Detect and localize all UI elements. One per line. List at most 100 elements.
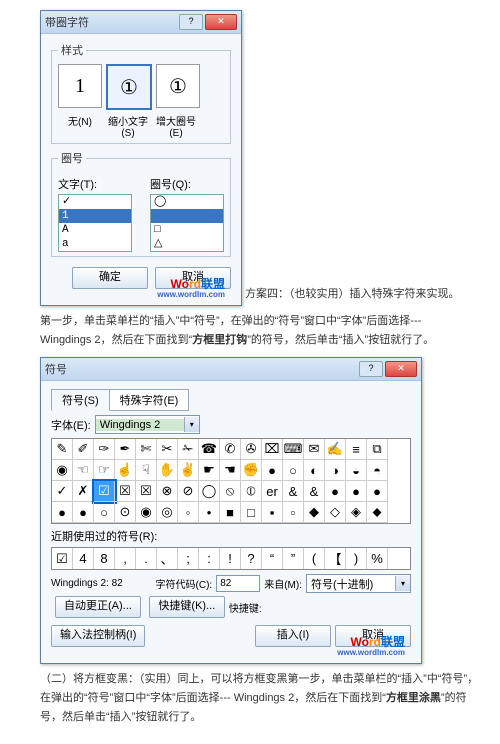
symbol-cell[interactable]: ◦ [178,502,199,523]
recent-grid[interactable]: ☑48,.、;:!?“”(【)% [51,547,411,570]
symbol-cell[interactable]: ✁ [178,439,199,460]
symbol-cell[interactable]: ● [346,481,367,502]
symbol-cell[interactable]: ⊗ [157,481,178,502]
symbol-cell[interactable]: ☑ [94,481,115,502]
symbol-cell[interactable]: ✒ [115,439,136,460]
symbol-cell[interactable]: ● [325,481,346,502]
symbol-cell[interactable]: ● [262,460,283,481]
symbol-cell[interactable]: ✗ [73,481,94,502]
shortcut-button[interactable]: 快捷键(K)... [149,596,225,618]
close-button[interactable]: ✕ [385,361,417,377]
symbol-cell[interactable]: ◒ [346,460,367,481]
symbol-cell[interactable]: ⬥ [367,502,388,523]
recent-cell[interactable]: . [136,548,157,569]
symbol-cell[interactable]: ✋ [157,460,178,481]
symbol-cell[interactable]: ● [73,502,94,523]
symbol-cell[interactable]: ◉ [52,460,73,481]
tab-special[interactable]: 特殊字符(E) [109,389,190,411]
symbol-cell[interactable]: ☞ [94,460,115,481]
chevron-down-icon[interactable]: ▾ [395,576,410,591]
symbol-cell[interactable]: ○ [94,502,115,523]
symbol-cell[interactable]: ◓ [367,460,388,481]
symbol-cell[interactable]: ✍ [325,439,346,460]
recent-cell[interactable]: ( [304,548,325,569]
symbol-cell[interactable]: ✂ [157,439,178,460]
symbol-cell[interactable]: ⦸ [220,481,241,502]
symbol-cell[interactable]: ◑ [325,460,346,481]
recent-cell[interactable]: 、 [157,548,178,569]
symbol-cell[interactable]: ☎ [199,439,220,460]
symbol-cell[interactable]: ✉ [304,439,325,460]
symbol-cell[interactable]: ⧉ [367,439,388,460]
symbol-cell[interactable]: ≡ [346,439,367,460]
symbol-cell[interactable]: ☒ [136,481,157,502]
symbol-cell[interactable]: ✌ [178,460,199,481]
recent-cell[interactable]: , [115,548,136,569]
symbol-cell[interactable]: ■ [220,502,241,523]
symbol-cell[interactable]: □ [241,502,262,523]
font-combo[interactable]: Wingdings 2▾ [95,415,200,434]
text-listbox[interactable]: ✓ 1 A a [58,194,132,252]
recent-cell[interactable]: ” [283,548,304,569]
symbol-cell[interactable]: ✊ [241,460,262,481]
symbol-cell[interactable]: ● [52,502,73,523]
symbol-cell[interactable]: & [283,481,304,502]
recent-cell[interactable]: “ [262,548,283,569]
symbol-cell[interactable]: ☛ [199,460,220,481]
tab-symbols[interactable]: 符号(S) [51,389,110,411]
symbol-cell[interactable]: • [199,502,220,523]
recent-cell[interactable]: % [367,548,388,569]
symbol-cell[interactable]: ▪ [262,502,283,523]
symbol-cell[interactable]: ☒ [115,481,136,502]
symbol-cell[interactable]: ☝ [115,460,136,481]
recent-cell[interactable]: ) [346,548,367,569]
recent-cell[interactable]: 4 [73,548,94,569]
recent-cell[interactable]: 【 [325,548,346,569]
recent-cell[interactable]: : [199,548,220,569]
chevron-down-icon[interactable]: ▾ [184,417,199,432]
symbol-cell[interactable]: ✇ [241,439,262,460]
help-button[interactable]: ? [359,361,383,377]
symbol-cell[interactable]: ▫ [283,502,304,523]
symbol-cell[interactable]: ◈ [346,502,367,523]
symbol-cell[interactable]: & [304,481,325,502]
style-shrink[interactable]: ① [106,64,152,110]
style-enlarge[interactable]: ① [156,64,200,108]
symbol-cell[interactable]: ⌨ [283,439,304,460]
ring-listbox[interactable]: ◯ □ △ [150,194,224,252]
symbol-cell[interactable]: ✑ [94,439,115,460]
symbol-cell[interactable]: ⦶ [241,481,262,502]
symbol-cell[interactable]: ◐ [304,460,325,481]
symbol-cell[interactable]: ☜ [73,460,94,481]
symbol-cell[interactable]: ◯ [199,481,220,502]
symbol-cell[interactable]: er [262,481,283,502]
help-button[interactable]: ? [179,14,203,30]
symbol-cell[interactable]: ◇ [325,502,346,523]
symbol-cell[interactable]: ○ [283,460,304,481]
autocorrect-button[interactable]: 自动更正(A)... [55,596,141,618]
symbol-cell[interactable]: ● [367,481,388,502]
style-none[interactable]: 1 [58,64,102,108]
symbol-cell[interactable]: ✓ [52,481,73,502]
symbol-cell[interactable]: ✎ [52,439,73,460]
symbol-cell[interactable]: ☚ [220,460,241,481]
symbol-cell[interactable]: ◆ [304,502,325,523]
recent-cell[interactable]: ? [241,548,262,569]
symbol-cell[interactable]: ◉ [136,502,157,523]
close-button[interactable]: ✕ [205,14,237,30]
symbol-cell[interactable]: ⌧ [262,439,283,460]
recent-cell[interactable]: ☑ [52,548,73,569]
symbol-cell[interactable]: ✐ [73,439,94,460]
recent-cell[interactable]: ! [220,548,241,569]
symbol-cell[interactable]: ⊙ [115,502,136,523]
symbol-cell[interactable]: ◎ [157,502,178,523]
symbol-cell[interactable]: ☟ [136,460,157,481]
symbol-grid[interactable]: ✎✐✑✒✄✂✁☎✆✇⌧⌨✉✍≡⧉◉☜☞☝☟✋✌☛☚✊●○◐◑◒◓✓✗☑☒☒⊗⊘◯… [51,438,411,524]
symbol-cell[interactable]: ✄ [136,439,157,460]
recent-cell[interactable]: 8 [94,548,115,569]
recent-cell[interactable]: ; [178,548,199,569]
from-combo[interactable]: 符号(十进制)▾ [306,574,411,593]
code-field[interactable]: 82 [216,575,260,592]
symbol-cell[interactable]: ⊘ [178,481,199,502]
symbol-cell[interactable]: ✆ [220,439,241,460]
